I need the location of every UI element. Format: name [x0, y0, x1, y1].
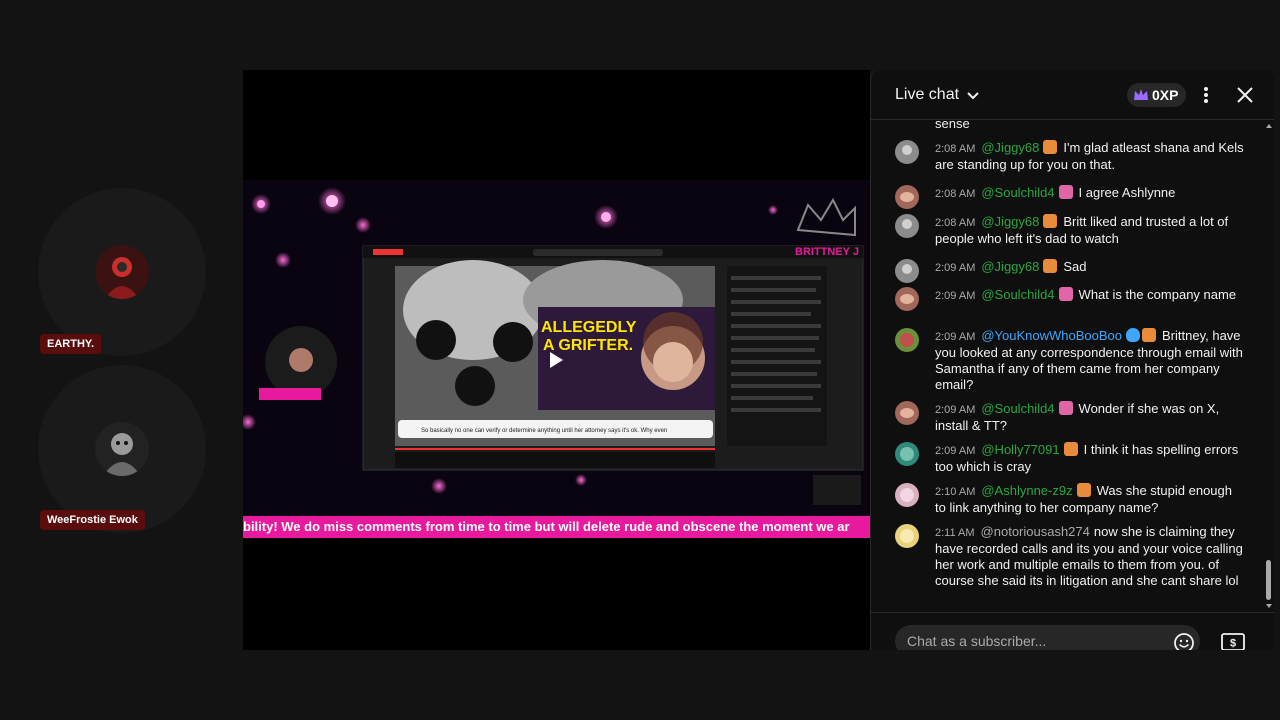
cat-badge-icon: [1058, 287, 1073, 301]
scroll-down-icon[interactable]: [1265, 602, 1273, 610]
chat-input-area: $: [871, 612, 1274, 650]
message-author[interactable]: @notoriousash274: [981, 524, 1090, 539]
message-author[interactable]: @Soulchild4: [981, 185, 1054, 200]
live-chat-panel: Live chat 0XP sense 2:08 AM @Jiggy68 I'm…: [870, 70, 1274, 650]
cat-badge-icon: [1058, 401, 1073, 415]
message-author[interactable]: @Soulchild4: [981, 401, 1054, 416]
participant-name-tag: WeeFrostie Ewok: [40, 510, 145, 530]
avatar[interactable]: [895, 140, 919, 164]
xp-value: 0XP: [1152, 87, 1179, 103]
participant-tile[interactable]: [38, 188, 206, 356]
message-text: Sad: [1063, 259, 1087, 274]
message-text: Wonder if she was on X, install & TT?: [935, 401, 1220, 433]
avatar[interactable]: [895, 442, 919, 466]
message-author[interactable]: @YouKnowWhoBooBoo: [981, 328, 1122, 343]
avatar[interactable]: [895, 185, 919, 209]
message-text: What is the company name: [1078, 287, 1237, 302]
close-icon[interactable]: [1235, 85, 1255, 105]
scrolling-ticker: bility! We do miss comments from time to…: [243, 516, 870, 538]
chat-message: 2:09 AM @Jiggy68 Sad: [895, 259, 1245, 283]
avatar[interactable]: [895, 524, 919, 548]
message-author[interactable]: @Jiggy68: [981, 259, 1039, 274]
gift-badge-icon: [1043, 140, 1058, 154]
chat-message: 2:09 AM @Soulchild4 Wonder if she was on X…: [895, 401, 1245, 434]
message-author[interactable]: @Soulchild4: [981, 287, 1054, 302]
message-author[interactable]: @Jiggy68: [981, 214, 1039, 229]
chat-title[interactable]: Live chat: [895, 86, 959, 104]
moderator-shield-icon: [1126, 328, 1141, 342]
avatar[interactable]: [895, 401, 919, 425]
chat-scrollbar[interactable]: [1265, 120, 1273, 612]
chat-message: 2:08 AM @Jiggy68 Britt liked and trusted a…: [895, 214, 1245, 247]
xp-badge[interactable]: 0XP: [1127, 83, 1187, 107]
message-author[interactable]: @Jiggy68: [981, 140, 1039, 155]
message-author[interactable]: @Ashlynne-z9z: [981, 483, 1072, 498]
scroll-thumb[interactable]: [1266, 560, 1271, 600]
chat-message-list[interactable]: sense 2:08 AM @Jiggy68 I'm glad atleast sh…: [871, 120, 1263, 612]
chat-message: 2:10 AM @Ashlynne-z9z Was she stupid enoug…: [895, 483, 1245, 516]
participant-name-tag: EARTHY.: [40, 334, 102, 354]
chat-input[interactable]: [895, 625, 1200, 650]
super-chat-icon[interactable]: $: [1221, 632, 1245, 650]
chat-message: sense: [895, 120, 1245, 132]
svg-text:ALLEGEDLY: ALLEGEDLY: [541, 319, 637, 336]
stream-studio: EARTHY. WeeFrostie Ewok ALLEGEDLY A GRIF…: [0, 0, 1280, 720]
avatar[interactable]: [895, 259, 919, 283]
message-time: 2:09 AM: [935, 290, 976, 302]
svg-text:So basically no one can verify: So basically no one can verify or determ…: [421, 428, 667, 434]
message-text: I agree Ashlynne: [1078, 185, 1176, 200]
message-time: 2:08 AM: [935, 217, 976, 229]
chat-message: 2:09 AM @YouKnowWhoBooBoo Brittney, have y…: [895, 328, 1245, 393]
crown-icon: [1134, 89, 1148, 100]
chat-header: Live chat 0XP: [871, 70, 1274, 120]
message-time: 2:08 AM: [935, 143, 976, 155]
message-time: 2:10 AM: [935, 486, 976, 498]
avatar[interactable]: [895, 287, 919, 311]
stage-background-art: ALLEGEDLY A GRIFTER. So basically no one…: [243, 70, 870, 650]
chat-message: 2:08 AM @Soulchild4 I agree Ashlynne: [895, 185, 1245, 209]
gift-badge-icon: [1063, 442, 1078, 456]
svg-text:$: $: [1230, 638, 1236, 650]
avatar[interactable]: [895, 483, 919, 507]
chat-message: 2:11 AM @notoriousash274 now she is claimi…: [895, 524, 1245, 589]
gift-badge-icon: [1043, 214, 1058, 228]
message-text: sense: [935, 120, 970, 131]
avatar[interactable]: [895, 214, 919, 238]
chat-message: 2:09 AM @Holly77091 I think it has spellin…: [895, 442, 1245, 475]
svg-text:A GRIFTER.: A GRIFTER.: [543, 337, 633, 354]
message-time: 2:09 AM: [935, 262, 976, 274]
ticker-text: bility! We do miss comments from time to…: [243, 519, 850, 534]
emoji-icon[interactable]: [1173, 632, 1195, 650]
gift-badge-icon: [1142, 328, 1157, 342]
gift-badge-icon: [1076, 483, 1091, 497]
svg-text:BRITTNEY J: BRITTNEY J: [795, 246, 859, 258]
message-time: 2:09 AM: [935, 445, 976, 457]
cat-badge-icon: [1058, 185, 1073, 199]
message-time: 2:08 AM: [935, 188, 976, 200]
message-author[interactable]: @Holly77091: [981, 442, 1059, 457]
participant-avatar: [95, 422, 149, 476]
stream-stage: ALLEGEDLY A GRIFTER. So basically no one…: [243, 70, 870, 650]
chevron-down-icon[interactable]: [965, 87, 981, 103]
chat-message: 2:08 AM @Jiggy68 I'm glad atleast shana an…: [895, 140, 1245, 173]
message-text: Britt liked and trusted a lot of people …: [935, 214, 1229, 246]
message-time: 2:11 AM: [935, 527, 975, 539]
scroll-up-icon[interactable]: [1265, 122, 1273, 130]
message-time: 2:09 AM: [935, 404, 976, 416]
participant-avatar: [95, 245, 149, 299]
avatar[interactable]: [895, 328, 919, 352]
chat-message: 2:09 AM @Soulchild4 What is the company na…: [895, 287, 1245, 311]
gift-badge-icon: [1043, 259, 1058, 273]
message-time: 2:09 AM: [935, 331, 976, 343]
more-vert-icon[interactable]: [1199, 85, 1213, 105]
participant-tile[interactable]: [38, 365, 206, 533]
